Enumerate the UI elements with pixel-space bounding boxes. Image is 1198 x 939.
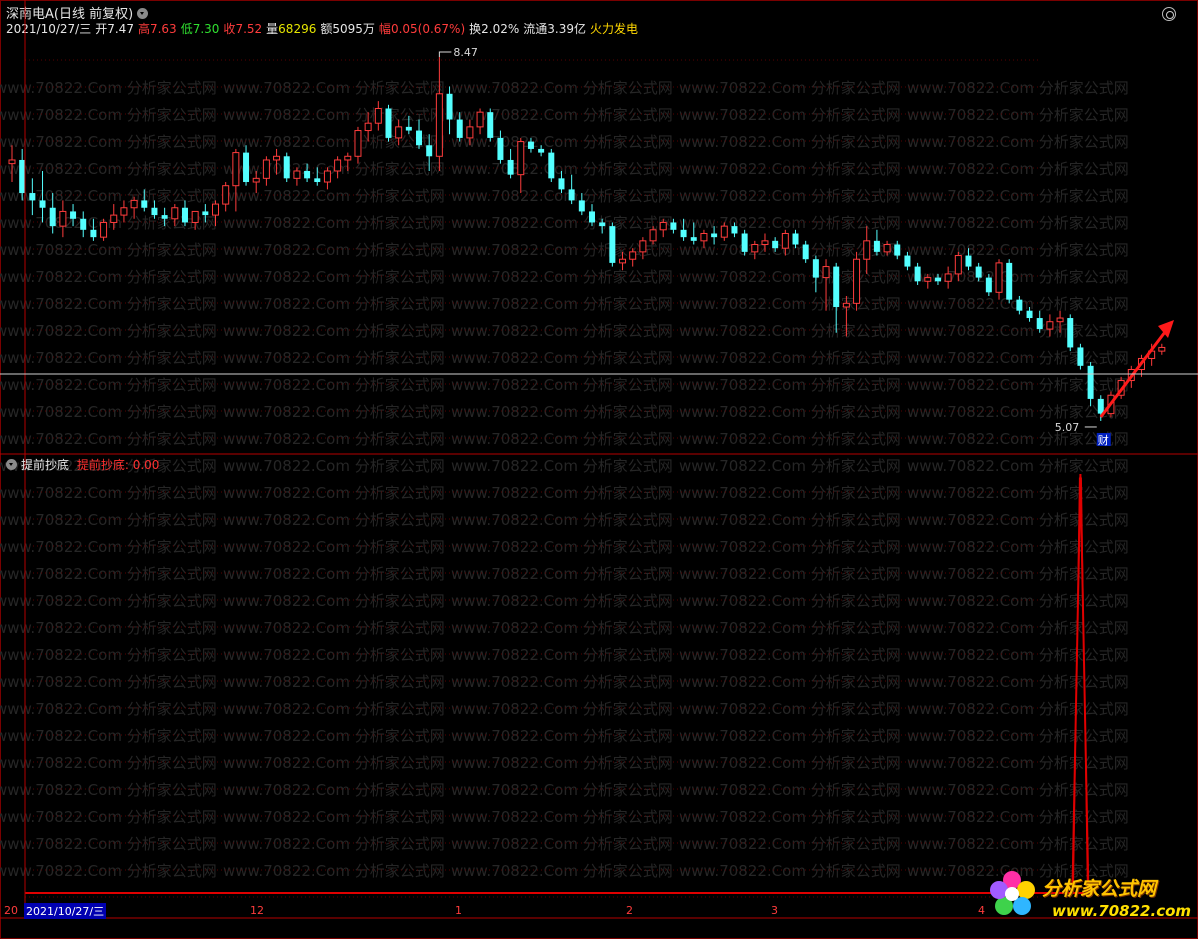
change-label: 幅: [378, 22, 391, 36]
sector-tag[interactable]: 火力发电: [590, 22, 638, 36]
cursor-date-box: 2021/10/27/三: [24, 903, 107, 919]
axis-month-1: 1: [455, 904, 462, 917]
axis-month-12: 12: [250, 904, 264, 917]
chevron-down-icon[interactable]: [137, 8, 149, 19]
axis-month-3: 3: [771, 904, 778, 917]
indicator-value: 0.00: [132, 458, 160, 472]
volume-label: 量: [266, 22, 279, 36]
amount-value: 5095万: [332, 22, 375, 36]
time-axis: 20 2021/10/27/三 12 1 2 3 4: [0, 903, 1000, 919]
axis-month-4: 4: [978, 904, 985, 917]
float-label: 流通: [523, 22, 548, 36]
axis-month-2: 2: [626, 904, 633, 917]
turnover-label: 换: [469, 22, 482, 36]
indicator-menu-icon[interactable]: [6, 459, 17, 470]
change-value: 0.05(0.67%): [390, 22, 466, 36]
open-value: 7.47: [107, 22, 134, 36]
quote-date: 2021/10/27/三: [6, 22, 92, 36]
volume-value: 68296: [278, 22, 317, 36]
indicator-value-label: 提前抄底:: [76, 458, 129, 472]
axis-left-stub: 20: [4, 904, 18, 917]
window-frame: [0, 0, 1198, 939]
quote-info-bar: 2021/10/27/三 开7.47 高7.63 低7.30 收7.52 量68296 额5…: [6, 20, 642, 36]
amount-label: 额: [320, 22, 333, 36]
chart-title-bar: 深南电A(日线 前复权): [6, 3, 149, 22]
flower-logo-icon: [990, 871, 1035, 915]
settings-circle-icon[interactable]: [1162, 7, 1176, 21]
close-value: 7.52: [235, 22, 263, 36]
brand-logo: 分析家公式网 www.70822.com: [990, 866, 1192, 926]
open-label: 开: [95, 22, 108, 36]
logo-url-text: www.70822.com: [1052, 902, 1192, 920]
turnover-value: 2.02%: [481, 22, 520, 36]
indicator-name[interactable]: 提前抄底: [21, 458, 69, 472]
high-label: 高: [137, 22, 150, 36]
close-label: 收: [223, 22, 236, 36]
low-label: 低: [180, 22, 193, 36]
low-value: 7.30: [192, 22, 220, 36]
high-value: 7.63: [149, 22, 177, 36]
indicator-header: 提前抄底 提前抄底: 0.00: [6, 456, 159, 473]
float-value: 3.39亿: [547, 22, 587, 36]
logo-brand-text: 分析家公式网: [1042, 878, 1157, 900]
